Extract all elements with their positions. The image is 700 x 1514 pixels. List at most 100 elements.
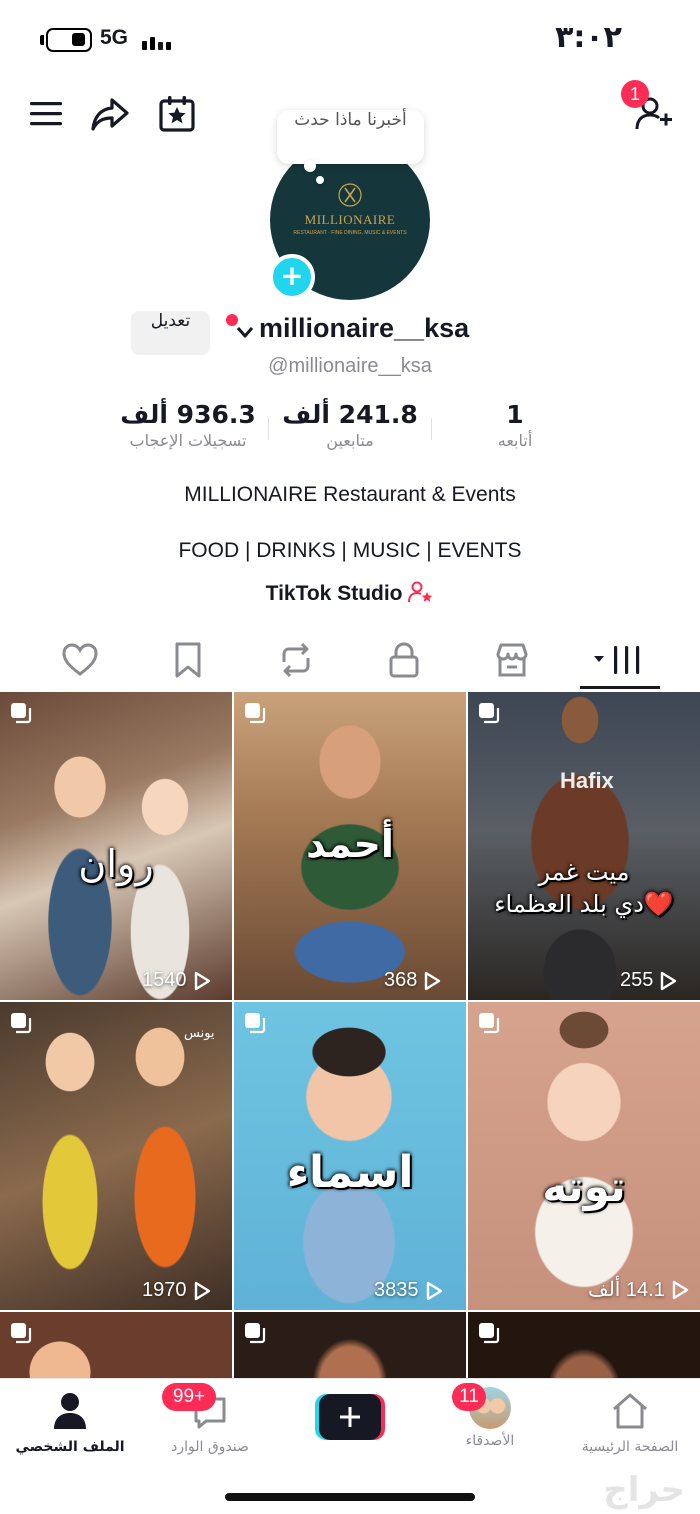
home-indicator[interactable] — [225, 1493, 475, 1501]
play-icon — [194, 971, 210, 990]
nav-profile-label: الملف الشخصي — [15, 1439, 125, 1455]
play-icon — [426, 1281, 442, 1300]
view-count-value: 14.1 ألف — [588, 1279, 665, 1301]
multi-photo-icon — [479, 1013, 500, 1034]
nav-home-label: الصفحة الرئيسية — [581, 1439, 679, 1455]
share-icon[interactable] — [90, 94, 130, 134]
bubble-tail — [304, 160, 316, 172]
video-thumbnail[interactable]: أحمد 368 — [234, 692, 466, 1000]
friends-badge: 11 — [452, 1383, 486, 1411]
nav-friends-label: الأصدقاء — [465, 1433, 515, 1449]
battery-icon — [46, 28, 92, 52]
stat-likes-value: 936.3 ألف — [120, 400, 256, 429]
tiktok-studio-link[interactable]: TikTok Studio — [0, 580, 700, 606]
profile-person-icon — [54, 1393, 86, 1429]
video-thumbnail[interactable]: روان 1540 — [0, 692, 232, 1000]
network-type: 5G — [100, 26, 129, 49]
video-thumbnail[interactable]: اسماء 3835 — [234, 1002, 466, 1310]
multi-photo-icon — [479, 703, 500, 724]
thumbnail-art — [468, 1312, 700, 1378]
display-name[interactable]: millionaire__ksa — [259, 313, 469, 344]
tab-videos-grid-icon[interactable] — [592, 640, 648, 680]
video-caption: توته — [542, 1162, 626, 1211]
stat-followers-label: متابعين — [326, 431, 374, 450]
nav-friends[interactable]: الأصدقاء — [420, 1379, 560, 1449]
thumbnail-figure — [468, 1002, 700, 1310]
stat-followers[interactable]: 241.8 ألف متابعين — [272, 400, 428, 450]
view-count-value: 1540 — [142, 969, 187, 991]
stat-followers-value: 241.8 ألف — [282, 400, 418, 429]
bio-line-1: MILLIONAIRE Restaurant & Events — [184, 483, 516, 506]
menu-icon[interactable] — [27, 94, 67, 134]
view-count: 1540 — [142, 969, 211, 992]
view-count: 368 — [384, 969, 441, 992]
tab-reposts-icon[interactable] — [276, 640, 316, 680]
inbox-badge: 99+ — [162, 1383, 216, 1411]
chevron-down-icon[interactable] — [235, 322, 255, 342]
tiktok-studio-label: TikTok Studio — [265, 582, 403, 605]
video-thumbnail[interactable] — [234, 1312, 466, 1378]
video-caption: ميت غمر دي بلد العظماء❤️ — [494, 858, 674, 918]
stat-following-label: أتابعه — [497, 431, 533, 450]
restaurant-logo-icon — [338, 183, 362, 207]
multi-photo-icon — [11, 1013, 32, 1034]
thumbnail-figure — [468, 692, 700, 1000]
active-tab-indicator — [580, 686, 660, 689]
thumbnail-art — [0, 1312, 232, 1378]
add-story-button[interactable]: + — [269, 254, 315, 300]
overlay-name: يونس — [184, 1026, 215, 1041]
nav-inbox-label: صندوق الوارد — [171, 1439, 249, 1455]
video-caption: اسماء — [286, 1147, 414, 1198]
create-plus-button[interactable] — [315, 1394, 385, 1440]
play-icon — [661, 971, 677, 990]
profile-tabs — [0, 632, 700, 690]
video-thumbnail[interactable]: Hafix ميت غمر دي بلد العظماء❤️ 255 — [468, 692, 700, 1000]
multi-photo-icon — [245, 1323, 266, 1344]
nav-profile[interactable]: الملف الشخصي — [0, 1379, 140, 1455]
calendar-star-icon[interactable] — [157, 94, 197, 134]
video-thumbnail[interactable]: توته 14.1 ألف — [468, 1002, 700, 1310]
status-bubble[interactable]: أخبرنا ماذا حدث — [277, 110, 424, 164]
tab-shop-icon[interactable] — [492, 640, 532, 680]
stat-following[interactable]: 1 أتابعه — [460, 400, 570, 450]
logo-text: MILLIONAIRE — [304, 212, 396, 227]
play-icon — [425, 971, 441, 990]
divider — [431, 418, 432, 440]
view-count-value: 1970 — [142, 1279, 187, 1301]
signal-icon — [142, 30, 172, 50]
studio-user-star-icon — [408, 581, 433, 603]
view-count-value: 3835 — [374, 1279, 419, 1301]
thumbnail-figure — [0, 1002, 232, 1310]
multi-photo-icon — [479, 1323, 500, 1344]
thumbnail-art — [234, 1312, 466, 1378]
bio-line-2: FOOD | DRINKS | MUSIC | EVENTS — [178, 539, 522, 562]
play-icon — [672, 1280, 689, 1299]
multi-photo-icon — [11, 703, 32, 724]
play-icon — [194, 1281, 210, 1300]
home-icon — [613, 1393, 647, 1429]
watermark: حراج — [603, 1470, 685, 1510]
nav-home[interactable]: الصفحة الرئيسية — [560, 1379, 700, 1455]
view-count: 255 — [620, 969, 677, 992]
multi-photo-icon — [245, 703, 266, 724]
stat-likes[interactable]: 936.3 ألف تسجيلات الإعجاب — [108, 400, 268, 450]
logo-subtitle: RESTAURANT · FINE DINING, MUSIC & EVENTS — [293, 230, 407, 236]
tab-private-lock-icon[interactable] — [384, 640, 424, 680]
username-handle: @millionaire__ksa — [268, 355, 432, 377]
video-thumbnail[interactable] — [468, 1312, 700, 1378]
tab-liked-heart-icon[interactable] — [60, 640, 100, 680]
status-bar: 5G ٣:٠٢ — [0, 0, 700, 80]
tab-favorites-bookmark-icon[interactable] — [168, 640, 208, 680]
friend-requests-badge: 1 — [621, 80, 649, 108]
video-thumbnail[interactable]: يونس 1970 — [0, 1002, 232, 1310]
shirt-text: Hafix — [560, 768, 614, 793]
stat-following-value: 1 — [506, 400, 524, 429]
multi-photo-icon — [11, 1323, 32, 1344]
clock: ٣:٠٢ — [555, 20, 622, 55]
battery-tip — [40, 35, 44, 45]
divider — [268, 418, 269, 440]
view-count: 1970 — [142, 1279, 211, 1302]
video-thumbnail[interactable] — [0, 1312, 232, 1378]
edit-profile-button[interactable]: تعديل — [131, 311, 210, 355]
view-count: 14.1 ألف — [588, 1277, 689, 1302]
